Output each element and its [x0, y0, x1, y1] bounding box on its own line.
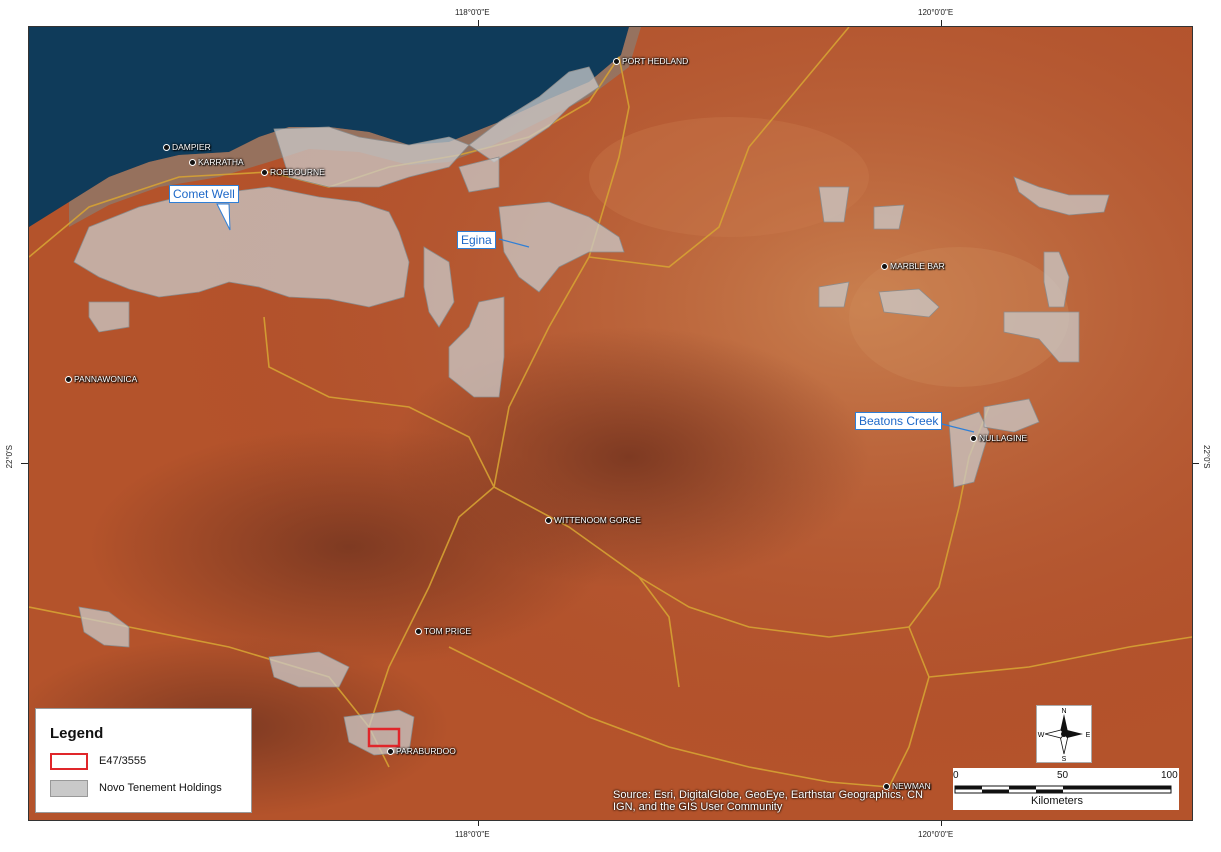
- town-marker-icon: [65, 376, 72, 384]
- legend-swatch-e47-3555: [50, 753, 88, 770]
- legend-swatch-tenement: [50, 780, 88, 797]
- scale-tick-100: 100: [1161, 770, 1178, 781]
- town-label: MARBLE BAR: [890, 261, 945, 271]
- graticule-label-bottom-left: 118°0'0"E: [455, 830, 490, 839]
- town-label: NULLAGINE: [979, 433, 1028, 443]
- town-label: PARABURDOO: [396, 746, 456, 756]
- town-roebourne[interactable]: ROEBOURNE: [261, 167, 325, 177]
- graticule-label-right: 22°0'S: [1202, 445, 1211, 469]
- source-attribution: Source: Esri, DigitalGlobe, GeoEye, Eart…: [613, 789, 923, 813]
- callout-egina[interactable]: Egina: [457, 231, 496, 249]
- north-arrow: N S E W: [1036, 705, 1092, 763]
- south-letter: S: [1062, 756, 1067, 762]
- graticule-tick: [21, 463, 28, 464]
- scale-unit: Kilometers: [1031, 795, 1083, 807]
- legend-label-tenement: Novo Tenement Holdings: [99, 782, 222, 794]
- graticule-label-bottom-right: 120°0'0"E: [918, 830, 954, 839]
- town-marker-icon: [881, 263, 888, 271]
- town-port-hedland[interactable]: PORT HEDLAND: [613, 56, 688, 66]
- town-label: PANNAWONICA: [74, 374, 138, 384]
- map-frame: 118°0'0"E 120°0'0"E 118°0'0"E 120°0'0"E …: [0, 0, 1221, 852]
- town-label: KARRATHA: [198, 157, 244, 167]
- callout-beatons-creek[interactable]: Beatons Creek: [855, 412, 943, 430]
- scale-tick-50: 50: [1057, 770, 1069, 781]
- map-canvas[interactable]: PORT HEDLAND DAMPIER KARRATHA ROEBOURNE …: [28, 26, 1193, 821]
- north-letter: N: [1061, 708, 1066, 715]
- town-tom-price[interactable]: TOM PRICE: [415, 626, 471, 636]
- graticule-label-top-left: 118°0'0"E: [455, 8, 490, 17]
- graticule-tick: [1192, 463, 1199, 464]
- west-letter: W: [1038, 732, 1045, 739]
- town-wittenoom-gorge[interactable]: WITTENOOM GORGE: [545, 515, 641, 525]
- callout-comet-well[interactable]: Comet Well: [169, 185, 239, 203]
- legend: Legend E47/3555 Novo Tenement Holdings: [35, 708, 252, 813]
- town-marker-icon: [970, 435, 977, 443]
- town-label: TOM PRICE: [424, 626, 472, 636]
- graticule-label-left: 22°0'S: [5, 445, 14, 469]
- town-marker-icon: [163, 144, 170, 152]
- scale-bar: 0 50 100 Kilometers: [953, 768, 1179, 810]
- town-dampier[interactable]: DAMPIER: [163, 142, 211, 152]
- town-pannawonica[interactable]: PANNAWONICA: [65, 374, 137, 384]
- scale-tick-0: 0: [953, 770, 959, 781]
- town-label: DAMPIER: [172, 142, 211, 152]
- town-karratha[interactable]: KARRATHA: [189, 157, 244, 167]
- town-marker-icon: [415, 628, 422, 636]
- compass-icon: N S E W: [1038, 708, 1091, 763]
- town-marker-icon: [387, 748, 394, 756]
- legend-label-e47-3555: E47/3555: [99, 755, 147, 767]
- town-label: ROEBOURNE: [270, 167, 325, 177]
- town-label: WITTENOOM GORGE: [554, 515, 641, 525]
- town-marker-icon: [189, 159, 196, 167]
- graticule-label-top-right: 120°0'0"E: [918, 8, 954, 17]
- plateau-dark-area: [89, 427, 609, 667]
- east-letter: E: [1086, 732, 1091, 739]
- town-nullagine[interactable]: NULLAGINE: [970, 433, 1027, 443]
- town-marker-icon: [261, 169, 268, 177]
- town-marker-icon: [545, 517, 552, 525]
- town-marker-icon: [613, 58, 620, 66]
- town-paraburdoo[interactable]: PARABURDOO: [387, 746, 456, 756]
- town-label: PORT HEDLAND: [622, 56, 689, 66]
- legend-title: Legend: [50, 725, 104, 742]
- source-line-1: Source: Esri, DigitalGlobe, GeoEye, Eart…: [613, 789, 923, 801]
- source-line-2: IGN, and the GIS User Community: [613, 801, 783, 813]
- town-marble-bar[interactable]: MARBLE BAR: [881, 261, 945, 271]
